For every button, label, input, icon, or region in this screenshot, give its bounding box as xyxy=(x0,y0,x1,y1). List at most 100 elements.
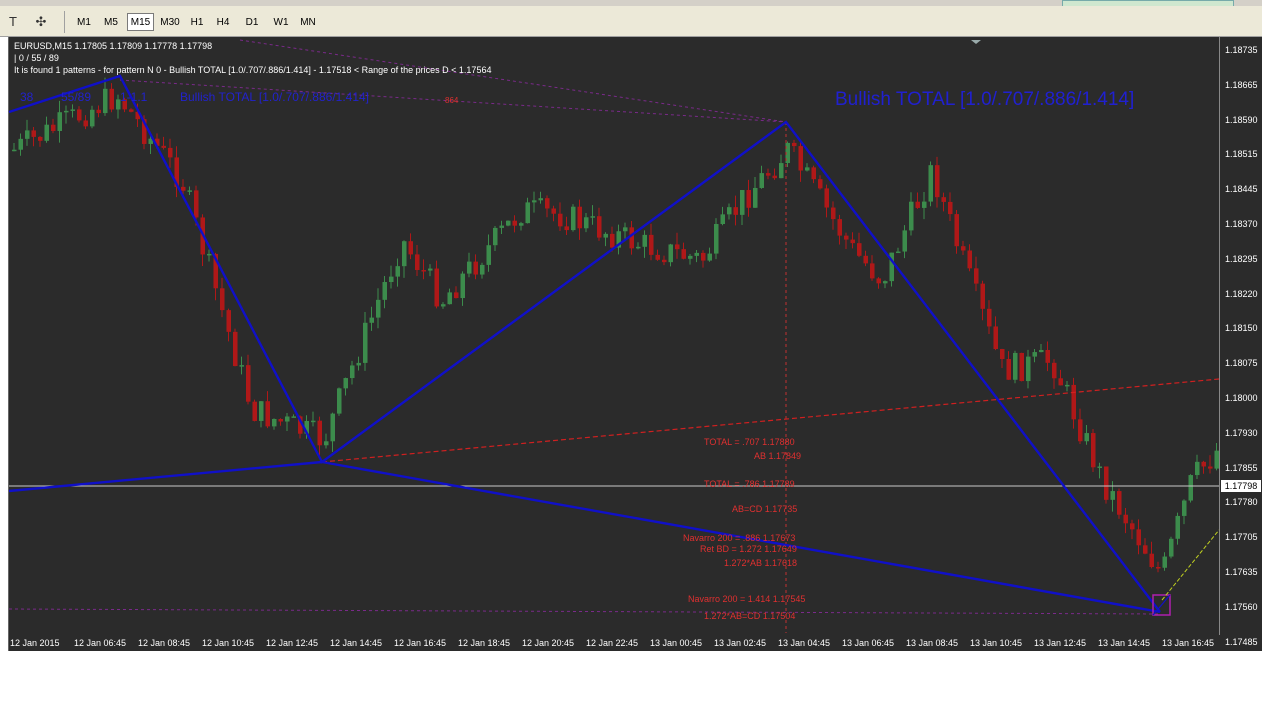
candle-body xyxy=(1104,466,1109,500)
candle-body xyxy=(220,288,225,311)
candle-body xyxy=(928,165,933,202)
candle-body xyxy=(564,226,569,231)
candle-body xyxy=(1117,491,1122,515)
time-tick: 12 Jan 18:45 xyxy=(458,638,511,648)
candle-body xyxy=(857,243,862,256)
candle-body xyxy=(1091,433,1096,468)
candle-body xyxy=(1006,359,1011,380)
candle-body xyxy=(707,253,712,261)
time-tick: 13 Jan 02:45 xyxy=(714,638,767,648)
candle-body xyxy=(766,173,771,176)
candle-body xyxy=(168,147,173,158)
candle-body xyxy=(161,145,166,148)
candle-body xyxy=(545,198,550,209)
price-tick: 1.17855 xyxy=(1225,462,1258,473)
pattern-found-line: It is found 1 patterns - for pattern N 0… xyxy=(14,65,492,75)
chart-header: EURUSD,M15 1.17805 1.17809 1.17778 1.177… xyxy=(14,40,491,76)
candle-body xyxy=(863,255,868,264)
candle-body xyxy=(1013,352,1018,380)
candle-body xyxy=(415,254,420,271)
candle-body xyxy=(740,190,745,215)
candle-body xyxy=(1162,556,1167,568)
time-tick: 12 Jan 10:45 xyxy=(202,638,255,648)
candle-body xyxy=(870,263,875,279)
scroll-marker-icon[interactable] xyxy=(971,40,981,44)
fib-55-89-label: 55/89 xyxy=(61,90,92,104)
time-tick: 13 Jan 04:45 xyxy=(778,638,831,648)
candle-body xyxy=(265,401,270,427)
candle-body xyxy=(532,200,537,203)
candle-body xyxy=(25,130,30,139)
pattern-small-label: Bullish TOTAL [1.0/.707/.886/1.414] xyxy=(180,90,370,104)
level-label-total-707: TOTAL = .707 1.17880 xyxy=(704,437,795,447)
candle-body xyxy=(83,120,88,127)
pattern-baseline-x-to-b xyxy=(8,460,323,493)
candle-body xyxy=(64,110,69,113)
time-tick: 12 Jan 14:45 xyxy=(330,638,383,648)
candle-body xyxy=(714,224,719,254)
candle-body xyxy=(12,149,17,152)
candle-body xyxy=(896,251,901,254)
candle-body xyxy=(395,266,400,277)
candle-body xyxy=(623,227,628,232)
price-tick: 1.18150 xyxy=(1225,323,1258,334)
candle-body xyxy=(44,124,49,141)
candle-body xyxy=(460,273,465,299)
candle-body xyxy=(324,441,329,446)
candle-body xyxy=(551,208,556,214)
candle-body xyxy=(1143,545,1148,554)
candle-body xyxy=(434,268,439,307)
price-tick: 1.17560 xyxy=(1225,601,1258,612)
level-label-ab-cd: AB=CD 1.17735 xyxy=(732,504,798,514)
price-tick: 1.18220 xyxy=(1225,288,1258,299)
candle-body xyxy=(811,167,816,180)
candle-body xyxy=(512,220,517,226)
price-tick: 1.18445 xyxy=(1225,184,1258,195)
time-tick: 12 Jan 22:45 xyxy=(586,638,639,648)
candle-body xyxy=(746,190,751,208)
candle-body xyxy=(701,252,706,261)
candle-body xyxy=(1065,384,1070,387)
candle-body xyxy=(1156,566,1161,569)
candle-body xyxy=(649,234,654,255)
price-tick: 1.17705 xyxy=(1225,532,1258,543)
candle-body xyxy=(1045,349,1050,363)
candle-body xyxy=(772,175,777,179)
candle-body xyxy=(1123,514,1128,524)
candle-body xyxy=(70,109,75,111)
candle-body xyxy=(278,418,283,422)
level-label-1272-ab-cd: 1.272*AB=CD 1.17504 xyxy=(704,611,796,621)
candle-body xyxy=(759,173,764,188)
time-tick: 12 Jan 12:45 xyxy=(266,638,319,648)
candle-body xyxy=(350,365,355,379)
candle-body xyxy=(519,223,524,226)
candle-body xyxy=(1130,523,1135,530)
mini-label: 864 xyxy=(445,96,459,105)
symbol-line: EURUSD,M15 1.17805 1.17809 1.17778 1.177… xyxy=(14,41,213,51)
candle-body xyxy=(1039,349,1044,353)
candle-body xyxy=(1182,500,1187,516)
candle-body xyxy=(655,254,660,260)
candle-body xyxy=(974,268,979,284)
level-label-navarro-886: Navarro 200 = .886 1.17673 xyxy=(683,533,796,543)
candle-body xyxy=(571,206,576,231)
level-label-navarro-1414: Navarro 200 = 1.414 1.17545 xyxy=(688,594,806,604)
candle-body xyxy=(837,219,842,236)
time-tick: 12 Jan 2015 xyxy=(10,638,60,648)
price-tick: 1.17635 xyxy=(1225,567,1258,577)
candle-body xyxy=(525,202,530,224)
candle-body xyxy=(31,130,36,137)
candle-body xyxy=(363,322,368,363)
candle-body xyxy=(38,136,43,141)
candle-body xyxy=(818,179,823,189)
candle-body xyxy=(558,213,563,227)
candle-body xyxy=(597,216,602,238)
candle-body xyxy=(1078,419,1083,442)
candle-body xyxy=(1175,515,1180,539)
level-label-ret-bd: Ret BD = 1.272 1.17649 xyxy=(700,544,797,554)
candle-body xyxy=(343,378,348,389)
candle-body xyxy=(1149,553,1154,567)
candle-body xyxy=(454,292,459,299)
candle-body xyxy=(96,109,101,114)
candle-body xyxy=(1058,378,1063,386)
